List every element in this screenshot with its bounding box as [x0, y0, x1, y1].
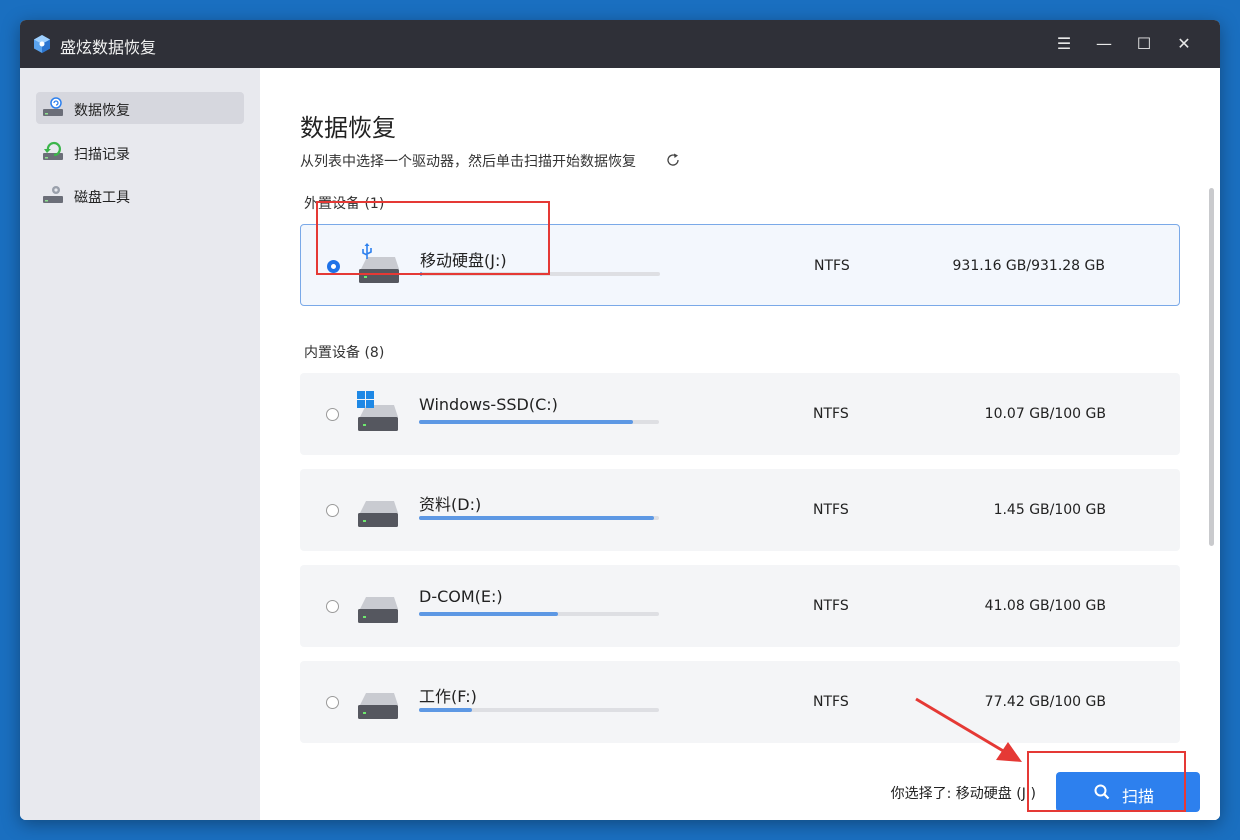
- drive-name: Windows-SSD(C:): [419, 395, 558, 414]
- file-system: NTFS: [814, 258, 850, 274]
- app-title: 盛炫数据恢复: [60, 38, 157, 57]
- capacity: 77.42 GB/100 GB: [984, 694, 1106, 710]
- page-subtitle: 从列表中选择一个驱动器，然后单击扫描开始数据恢复: [300, 154, 636, 170]
- sidebar-item-label: 扫描记录: [74, 147, 130, 163]
- drive-radio[interactable]: [326, 504, 339, 517]
- data-recovery-icon: [43, 97, 63, 116]
- usage-fill: [419, 420, 633, 424]
- file-system: NTFS: [813, 406, 849, 422]
- usage-bar: [419, 420, 659, 424]
- scan-history-icon: [43, 141, 63, 160]
- hard-drive-icon: [358, 501, 398, 527]
- file-system: NTFS: [813, 598, 849, 614]
- internal-devices-label: 内置设备 (8): [304, 345, 385, 361]
- usage-bar: [419, 708, 659, 712]
- external-devices-label: 外置设备 (1): [304, 196, 385, 212]
- drive-radio[interactable]: [326, 696, 339, 709]
- refresh-icon[interactable]: [665, 152, 681, 168]
- usage-fill: [420, 272, 423, 276]
- menu-button[interactable]: ☰: [1052, 32, 1076, 56]
- drive-card-f[interactable]: 工作(F:) NTFS 77.42 GB/100 GB: [300, 661, 1180, 743]
- drive-card-c[interactable]: Windows-SSD(C:) NTFS 10.07 GB/100 GB: [300, 373, 1180, 455]
- usage-fill: [419, 708, 472, 712]
- page-title: 数据恢复: [300, 114, 396, 142]
- drive-card-e[interactable]: D-COM(E:) NTFS 41.08 GB/100 GB: [300, 565, 1180, 647]
- drive-name: D-COM(E:): [419, 587, 503, 606]
- hard-drive-icon: [358, 597, 398, 623]
- sidebar-item-data-recovery[interactable]: 数据恢复: [36, 92, 244, 124]
- disk-tools-icon: [43, 186, 63, 203]
- drive-radio[interactable]: [327, 260, 340, 273]
- sidebar: 数据恢复 扫描记录 磁盘工具: [20, 68, 260, 820]
- usage-bar: [419, 516, 659, 520]
- maximize-button[interactable]: ☐: [1132, 32, 1156, 56]
- close-button[interactable]: ✕: [1172, 32, 1196, 56]
- drive-card-d[interactable]: 资料(D:) NTFS 1.45 GB/100 GB: [300, 469, 1180, 551]
- sidebar-item-scan-history[interactable]: 扫描记录: [36, 136, 244, 168]
- sidebar-item-disk-tools[interactable]: 磁盘工具: [36, 179, 244, 211]
- sidebar-item-label: 数据恢复: [74, 103, 130, 119]
- usage-fill: [419, 612, 559, 616]
- capacity: 1.45 GB/100 GB: [993, 502, 1106, 518]
- app-window: 盛炫数据恢复 ☰ — ☐ ✕ 数据恢复 扫描记录 磁盘工具 数据恢复 从列表中选…: [20, 20, 1220, 820]
- app-logo-icon: [34, 35, 50, 53]
- drive-name: 资料(D:): [419, 495, 482, 514]
- sidebar-item-label: 磁盘工具: [74, 190, 130, 206]
- hard-drive-icon: [358, 693, 398, 719]
- main-panel: 数据恢复 从列表中选择一个驱动器，然后单击扫描开始数据恢复 外置设备 (1) 移…: [260, 68, 1220, 820]
- scan-button[interactable]: 扫描: [1056, 772, 1200, 812]
- drive-name: 移动硬盘(J:): [420, 251, 507, 270]
- bottom-bar: 你选择了: 移动硬盘 (J:) 扫描: [260, 756, 1220, 820]
- usage-bar: [420, 272, 660, 276]
- capacity: 10.07 GB/100 GB: [984, 406, 1106, 422]
- usb-drive-icon: [359, 243, 399, 283]
- drive-radio[interactable]: [326, 408, 339, 421]
- scrollbar-thumb[interactable]: [1209, 188, 1214, 546]
- drive-radio[interactable]: [326, 600, 339, 613]
- search-icon: [1094, 784, 1110, 800]
- selected-drive-text: 你选择了: 移动硬盘 (J:): [890, 786, 1036, 802]
- drive-name: 工作(F:): [419, 687, 477, 706]
- file-system: NTFS: [813, 694, 849, 710]
- usage-fill: [419, 516, 655, 520]
- capacity: 41.08 GB/100 GB: [984, 598, 1106, 614]
- title-bar: 盛炫数据恢复 ☰ — ☐ ✕: [20, 20, 1220, 68]
- minimize-button[interactable]: —: [1092, 32, 1116, 56]
- capacity: 931.16 GB/931.28 GB: [952, 258, 1106, 274]
- drive-card-j[interactable]: 移动硬盘(J:) NTFS 931.16 GB/931.28 GB: [300, 224, 1180, 306]
- usage-bar: [419, 612, 659, 616]
- file-system: NTFS: [813, 502, 849, 518]
- scan-button-label: 扫描: [1122, 787, 1155, 806]
- windows-drive-icon: [357, 391, 398, 431]
